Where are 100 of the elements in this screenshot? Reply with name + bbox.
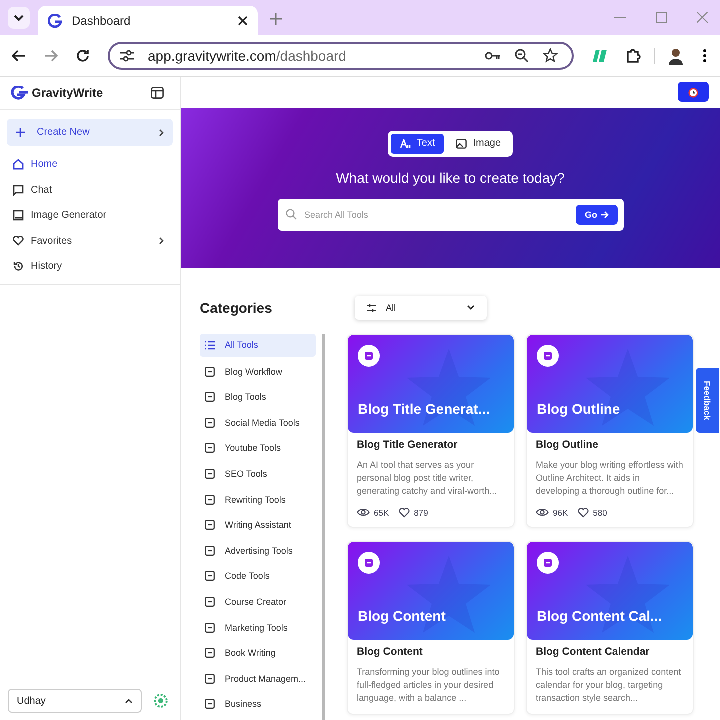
category-item[interactable]: Code Tools — [200, 564, 316, 590]
tool-icon — [537, 344, 559, 367]
category-item[interactable]: Rewriting Tools — [200, 486, 316, 512]
address-bar[interactable]: app.gravitywrite.com/dashboard — [108, 42, 574, 70]
menu-icon[interactable] — [703, 48, 707, 62]
heart-icon — [578, 508, 590, 518]
nav-item[interactable]: Home — [0, 152, 180, 178]
category-item[interactable]: SEO Tools — [200, 461, 316, 487]
new-tab-icon[interactable] — [270, 13, 282, 25]
nav-item[interactable]: Chat — [0, 178, 180, 203]
category-item[interactable]: Business — [200, 692, 316, 718]
category-icon — [205, 674, 215, 684]
card-title: Blog Content Calendar — [536, 646, 651, 658]
chevron-down-icon — [14, 15, 24, 21]
categories-heading: Categories — [200, 300, 274, 316]
star-icon[interactable] — [543, 48, 558, 63]
chevron-up-icon — [125, 698, 134, 704]
list-icon — [205, 340, 215, 350]
zoom-icon[interactable] — [515, 48, 529, 62]
tool-card[interactable]: Blog Outline Blog Outline Make your blog writing effortless with Outline Architect. It aids in developing a thorough outline for... 96K 580 — [526, 334, 694, 528]
category-icon — [205, 366, 215, 377]
category-icon — [205, 546, 215, 556]
feedback-tab[interactable]: Feedback — [696, 368, 719, 433]
chevron-right-icon — [159, 128, 164, 136]
maximize-icon[interactable] — [656, 12, 667, 23]
minimize-icon[interactable] — [614, 16, 626, 18]
tool-card[interactable]: Blog Content Blog Content Transforming your blog outlines into full-fledged articles in your desired language, with a balance ... — [347, 540, 515, 715]
puzzle-icon[interactable] — [626, 48, 642, 64]
back-arrow-icon[interactable] — [12, 50, 26, 62]
category-icon — [205, 520, 215, 530]
category-item[interactable]: Blog Workflow — [200, 358, 316, 384]
category-icon — [205, 418, 215, 428]
filter-icon — [367, 304, 376, 312]
go-button[interactable]: Go — [576, 204, 618, 225]
search-icon — [286, 209, 296, 220]
category-icon — [205, 648, 215, 658]
card-description: Transforming your blog outlines into full-fledged articles in your desired language, with a balance ... — [357, 666, 501, 705]
category-item[interactable]: Blog Tools — [200, 384, 316, 410]
browser-tab[interactable]: Dashboard — [38, 6, 258, 35]
tool-icon — [537, 552, 559, 574]
category-icon — [205, 622, 215, 633]
category-item[interactable]: Social Media Tools — [200, 410, 316, 436]
key-icon[interactable] — [485, 50, 501, 60]
category-item[interactable]: Youtube Tools — [200, 436, 316, 462]
banner-title: Blog Content — [358, 608, 447, 626]
tab-search-button[interactable] — [8, 7, 30, 29]
nav-item[interactable]: History — [0, 254, 180, 280]
logo-text: GravityWrite — [32, 86, 104, 100]
plus-icon — [16, 128, 25, 137]
category-item[interactable]: Marketing Tools — [200, 614, 316, 640]
forward-arrow-icon[interactable] — [44, 50, 58, 62]
card-description: This tool crafts an organized content calendar for your blog, targeting transaction style search... — [536, 666, 682, 705]
mode-tab[interactable]: Image — [447, 134, 510, 154]
image-icon — [456, 138, 468, 149]
alarm-button[interactable] — [678, 82, 709, 102]
card-description: Make your blog writing effortless with Outline Architect. It aids in developing a thorough outline for... — [536, 458, 684, 498]
nav-item[interactable]: Image Generator — [0, 203, 180, 228]
banner-title: Blog Title Generat... — [358, 400, 491, 419]
category-item[interactable]: Book Writing — [200, 640, 316, 666]
filter-dropdown[interactable]: All — [355, 296, 487, 320]
card-title: Blog Outline — [536, 438, 600, 451]
tool-card[interactable]: Blog Content Cal... Blog Content Calendar This tool crafts an organized content calendar for your blog, targeting transaction style search... — [526, 540, 694, 715]
home-icon — [13, 159, 24, 170]
heart-icon — [13, 236, 24, 246]
sidebar-toggle-icon[interactable] — [151, 87, 164, 99]
nav-item[interactable]: Favorites — [0, 228, 180, 254]
category-item[interactable]: Course Creator — [200, 589, 316, 615]
eye-icon — [536, 508, 549, 518]
category-icon — [205, 699, 215, 710]
hero-heading: What would you like to create today? — [336, 170, 565, 186]
logo-icon — [11, 86, 28, 100]
like-count: 580 — [593, 508, 608, 518]
chevron-down-icon — [467, 305, 475, 310]
category-icon — [205, 597, 215, 608]
chat-icon — [13, 184, 24, 196]
category-item[interactable]: Product Managem... — [200, 666, 316, 692]
tool-card[interactable]: Blog Title Generat... Blog Title Generator An AI tool that serves as your personal blog post title writer, generating catchy and viral-worth... 65K 879 — [347, 334, 515, 528]
mode-tab[interactable]: Text — [390, 134, 444, 154]
history-icon — [13, 261, 24, 272]
category-item[interactable]: Advertising Tools — [200, 538, 316, 564]
search-field[interactable]: Search All Tools Go — [278, 198, 624, 231]
tool-icon — [358, 552, 380, 574]
card-title: Blog Content — [357, 646, 424, 658]
text-icon — [400, 138, 411, 149]
reload-icon[interactable] — [76, 48, 90, 62]
view-count: 96K — [553, 508, 568, 518]
category-item[interactable]: Writing Assistant — [200, 512, 316, 538]
create-new-button[interactable]: Create New — [7, 119, 173, 146]
close-icon[interactable] — [238, 16, 248, 26]
image-icon — [13, 210, 24, 222]
banner-title: Blog Content Cal... — [537, 608, 664, 626]
category-icon — [205, 494, 215, 505]
avatar-icon[interactable] — [667, 46, 685, 64]
category-item[interactable]: All Tools — [200, 334, 316, 357]
category-icon — [205, 443, 215, 454]
user-select[interactable]: Udhay — [8, 689, 142, 713]
category-icon — [205, 392, 215, 402]
like-count: 879 — [414, 508, 428, 518]
g-logo-icon — [48, 14, 62, 28]
category-icon — [205, 469, 215, 480]
